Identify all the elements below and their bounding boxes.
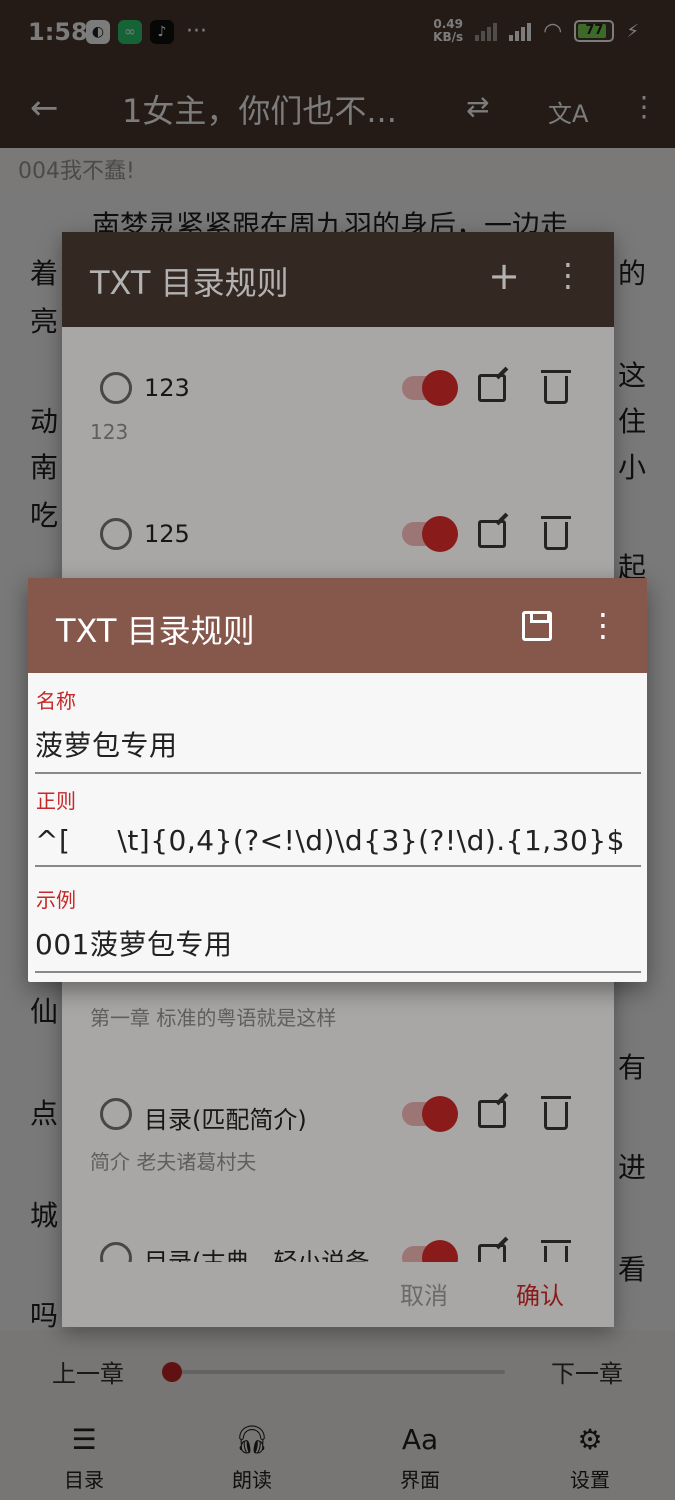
name-field[interactable]: 名称 菠萝包专用 [35,685,641,774]
input-underline [35,772,641,774]
save-icon[interactable] [522,611,552,641]
regex-input[interactable]: ^[ \t]{0,4}(?<!\d)\d{3}(?!\d).{1,30}$ [35,824,641,857]
edit-dialog-title: TXT 目录规则 [56,612,255,650]
example-field[interactable]: 示例 001菠萝包专用 [35,884,641,973]
regex-field[interactable]: 正则 ^[ \t]{0,4}(?<!\d)\d{3}(?!\d).{1,30}$ [35,785,641,867]
more-vert-icon[interactable]: ⋮ [587,606,619,644]
example-label: 示例 [36,888,76,912]
example-input[interactable]: 001菠萝包专用 [35,923,641,963]
regex-label: 正则 [36,789,76,813]
name-input[interactable]: 菠萝包专用 [35,724,641,764]
input-underline [35,865,641,867]
input-underline [35,971,641,973]
edit-rule-dialog: TXT 目录规则 ⋮ 名称 菠萝包专用 正则 ^[ \t]{0,4}(?<!\d… [28,578,647,982]
name-label: 名称 [36,689,76,713]
edit-dialog-header: TXT 目录规则 ⋮ [28,578,647,673]
